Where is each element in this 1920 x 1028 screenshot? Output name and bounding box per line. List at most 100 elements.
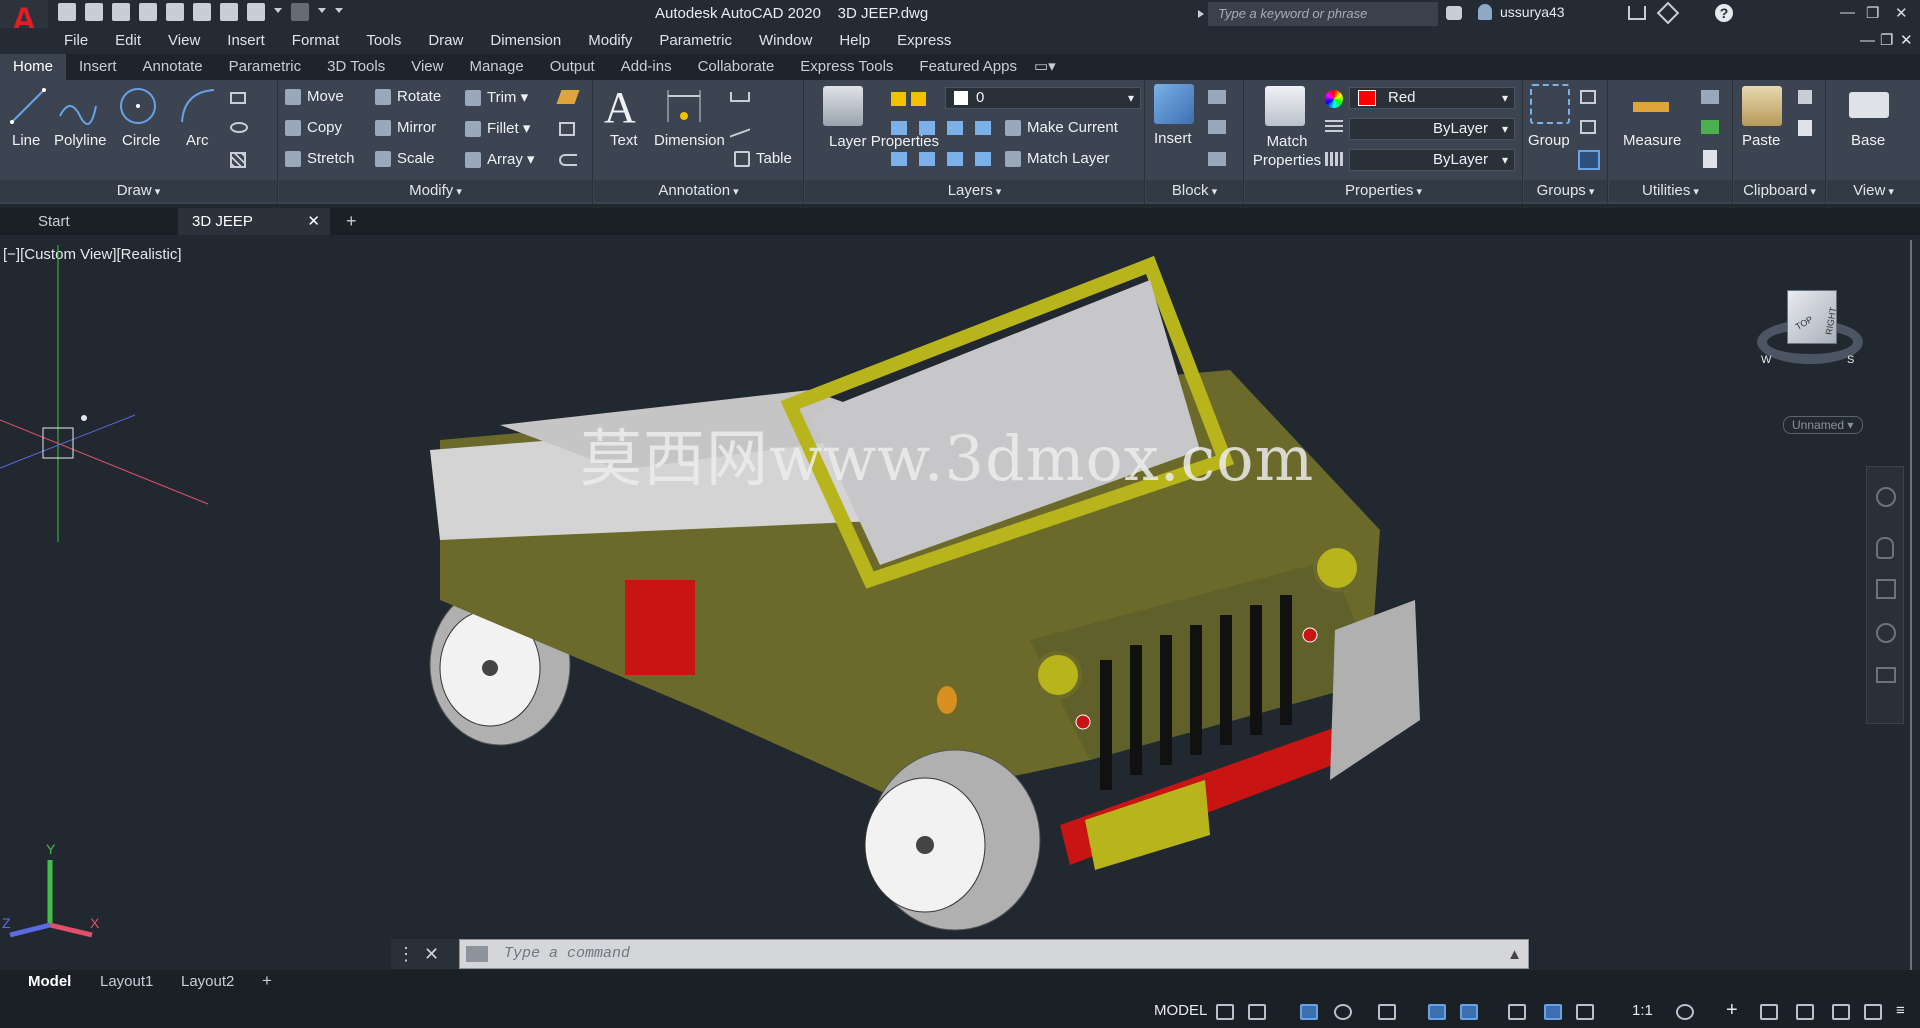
quick-select-icon[interactable] [1701,120,1719,134]
annotation-visibility-icon[interactable] [1544,1004,1562,1020]
open-file-icon[interactable] [85,3,103,21]
steering-wheel-icon[interactable] [1876,487,1896,507]
restore-button[interactable]: ❐ [1866,4,1879,22]
customize-qat-icon[interactable] [335,8,343,16]
menu-help[interactable]: Help [839,28,870,54]
copy-clip-icon[interactable] [1798,120,1812,136]
ortho-icon[interactable] [1300,1004,1318,1020]
add-layout-button[interactable]: + [262,971,272,991]
edit-attributes-icon[interactable] [1208,152,1226,166]
insert-button[interactable]: Insert [1154,130,1192,147]
properties-panel-title[interactable]: Properties [1245,180,1522,202]
orbit-icon[interactable] [1876,623,1896,643]
menu-file[interactable]: File [64,28,88,54]
tab-3d-tools[interactable]: 3D Tools [314,54,398,80]
close-button[interactable]: ✕ [1895,4,1908,22]
id-point-icon[interactable] [1701,90,1719,104]
scale-button[interactable]: Scale [375,150,435,168]
hardware-acceleration-icon[interactable] [1796,1004,1814,1020]
edit-block-icon[interactable] [1208,120,1226,134]
auto-scale-icon[interactable] [1576,1004,1594,1020]
calculator-icon[interactable] [1703,150,1717,168]
save-icon[interactable] [112,3,130,21]
isolate-objects-icon[interactable] [1760,1004,1778,1020]
tab-express-tools[interactable]: Express Tools [787,54,906,80]
clipboard-panel-title[interactable]: Clipboard [1734,180,1825,202]
base-button[interactable]: Base [1851,132,1885,149]
erase-icon[interactable] [556,90,580,104]
customization-menu-icon[interactable]: ≡ [1896,1002,1905,1019]
a360-icon[interactable] [1656,1,1680,25]
command-prompt-icon[interactable] [466,946,488,962]
modify-panel-title[interactable]: Modify [279,180,592,202]
cut-icon[interactable] [1798,90,1812,104]
tab-output[interactable]: Output [537,54,608,80]
pan-icon[interactable] [1876,537,1894,559]
arc-button[interactable]: Arc [186,132,209,149]
table-button[interactable]: Table [734,150,792,168]
command-input[interactable]: Type a command [504,945,630,962]
isodraft-icon[interactable] [1378,1004,1396,1020]
groups-panel-title[interactable]: Groups [1524,180,1607,202]
cart-icon[interactable] [1628,6,1646,20]
object-snap-tracking-icon[interactable] [1428,1004,1446,1020]
tab-view[interactable]: View [398,54,456,80]
menu-window[interactable]: Window [759,28,812,54]
array-button[interactable]: Array ▾ [465,150,535,169]
layout-tab-layout2[interactable]: Layout2 [181,973,234,990]
annotation-scale[interactable]: 1:1 [1632,1002,1653,1019]
lineweight-display-icon[interactable] [1508,1004,1526,1020]
rotate-button[interactable]: Rotate [375,88,441,106]
annotation-panel-title[interactable]: Annotation [594,180,803,202]
layout-tab-model[interactable]: Model [28,973,71,990]
trim-button[interactable]: Trim ▾ [465,88,528,107]
annotation-monitor-icon[interactable]: + [1726,999,1738,1022]
import-icon[interactable] [193,3,211,21]
showmotion-icon[interactable] [1876,667,1896,683]
explode-icon[interactable] [559,122,575,136]
utilities-panel-title[interactable]: Utilities [1609,180,1732,202]
layers-panel-title[interactable]: Layers [805,180,1144,202]
paste-button[interactable]: Paste [1742,132,1780,149]
tab-annotate[interactable]: Annotate [130,54,216,80]
tab-featured-apps[interactable]: Featured Apps [906,54,1030,80]
close-tab-icon[interactable]: ✕ [307,208,320,235]
workspace-gear-icon[interactable] [1676,1004,1694,1020]
view-name-dropdown[interactable]: Unnamed ▾ [1783,416,1863,434]
user-icon[interactable] [1478,4,1492,20]
new-tab-button[interactable]: + [346,208,357,235]
drawing-viewport[interactable]: [−][Custom View][Realistic] 莫西网www.3dmox… [0,240,1920,970]
undo-dropdown-icon[interactable] [274,8,282,16]
redo-icon[interactable] [291,3,309,21]
model-space-toggle[interactable]: MODEL [1154,1002,1207,1019]
web-mobile-icon[interactable] [166,3,184,21]
menu-dimension[interactable]: Dimension [490,28,561,54]
polar-icon[interactable] [1334,1004,1352,1020]
rectangle-icon[interactable] [230,92,246,104]
ribbon-toggle-icon[interactable]: ▭▾ [1030,54,1060,80]
menu-insert[interactable]: Insert [227,28,265,54]
doc-minimize-button[interactable]: — [1860,28,1875,54]
menu-format[interactable]: Format [292,28,340,54]
help-icon[interactable]: ? [1715,4,1733,22]
make-current-button[interactable]: Make Current [1005,119,1118,137]
username[interactable]: ussurya43 [1500,4,1565,20]
text-button[interactable]: Text [610,132,638,149]
measure-button[interactable]: Measure [1623,132,1681,149]
tab-insert[interactable]: Insert [66,54,130,80]
tab-home[interactable]: Home [0,54,67,80]
zoom-extents-icon[interactable] [1876,579,1896,599]
menu-parametric[interactable]: Parametric [659,28,732,54]
fullscreen-icon[interactable] [1864,1004,1882,1020]
match-properties-button[interactable]: Match Properties [1251,132,1323,170]
hatch-icon[interactable] [230,152,246,168]
group-edit-icon[interactable] [1580,120,1596,134]
search-binoculars-icon[interactable] [1446,6,1462,20]
command-history-icon[interactable]: ▲ [1507,946,1522,963]
doc-tab-3d-jeep[interactable]: 3D JEEP ✕ [178,208,330,235]
tab-collaborate[interactable]: Collaborate [685,54,788,80]
minimize-button[interactable]: — [1840,4,1855,21]
menu-view[interactable]: View [168,28,200,54]
command-close-icon[interactable]: ✕ [424,944,439,964]
layer-dropdown[interactable]: 0 [945,87,1141,109]
